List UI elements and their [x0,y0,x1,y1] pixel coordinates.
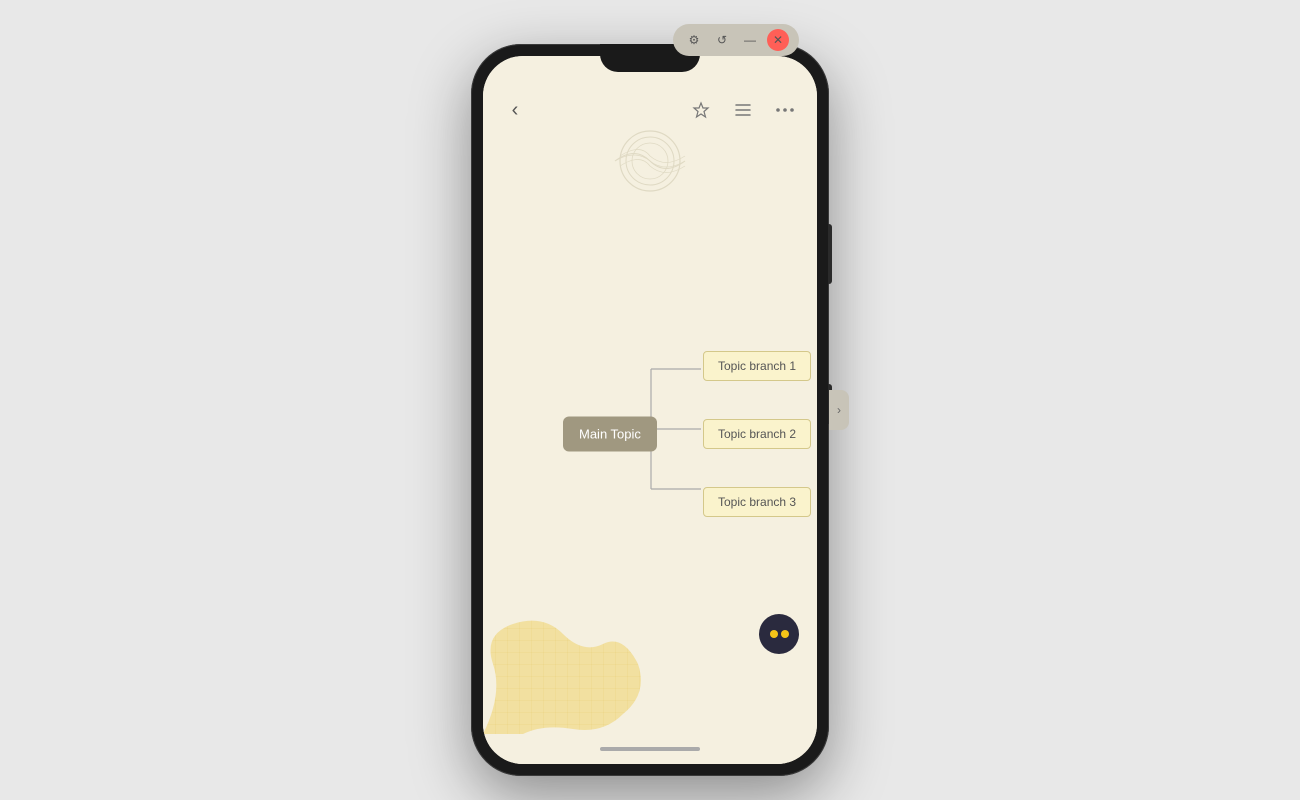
phone-screen: ‹ [483,56,817,764]
mindmap-area: Main Topic Topic branch 1 Topic branch 2… [483,134,817,734]
list-icon[interactable] [729,96,757,124]
branch-node-2[interactable]: Topic branch 2 [703,419,811,449]
history-button[interactable]: ↺ [711,29,733,51]
branch-node-1[interactable]: Topic branch 1 [703,351,811,381]
close-button[interactable]: ✕ [767,29,789,51]
main-topic-node[interactable]: Main Topic [563,417,657,452]
home-indicator [600,747,700,751]
more-icon[interactable] [771,96,799,124]
bottom-decoration [483,604,643,734]
settings-button[interactable]: ⚙ [683,29,705,51]
ai-button-icon [770,630,789,638]
sidebar-arrow[interactable]: › [829,390,849,430]
bottom-bar [483,734,817,764]
pin-icon[interactable] [687,96,715,124]
ai-dot-1 [770,630,778,638]
window-container: ⚙ ↺ — ✕ ‹ [471,24,829,776]
branch-node-3[interactable]: Topic branch 3 [703,487,811,517]
screen-content: ‹ [483,56,817,764]
window-controls: ⚙ ↺ — ✕ [673,24,799,56]
ai-dot-2 [781,630,789,638]
ai-assistant-button[interactable] [759,614,799,654]
top-bar-icons [687,96,799,124]
phone-side-button [828,224,832,284]
phone-frame: ‹ [471,44,829,776]
minimize-button[interactable]: — [739,29,761,51]
back-button[interactable]: ‹ [501,96,529,124]
